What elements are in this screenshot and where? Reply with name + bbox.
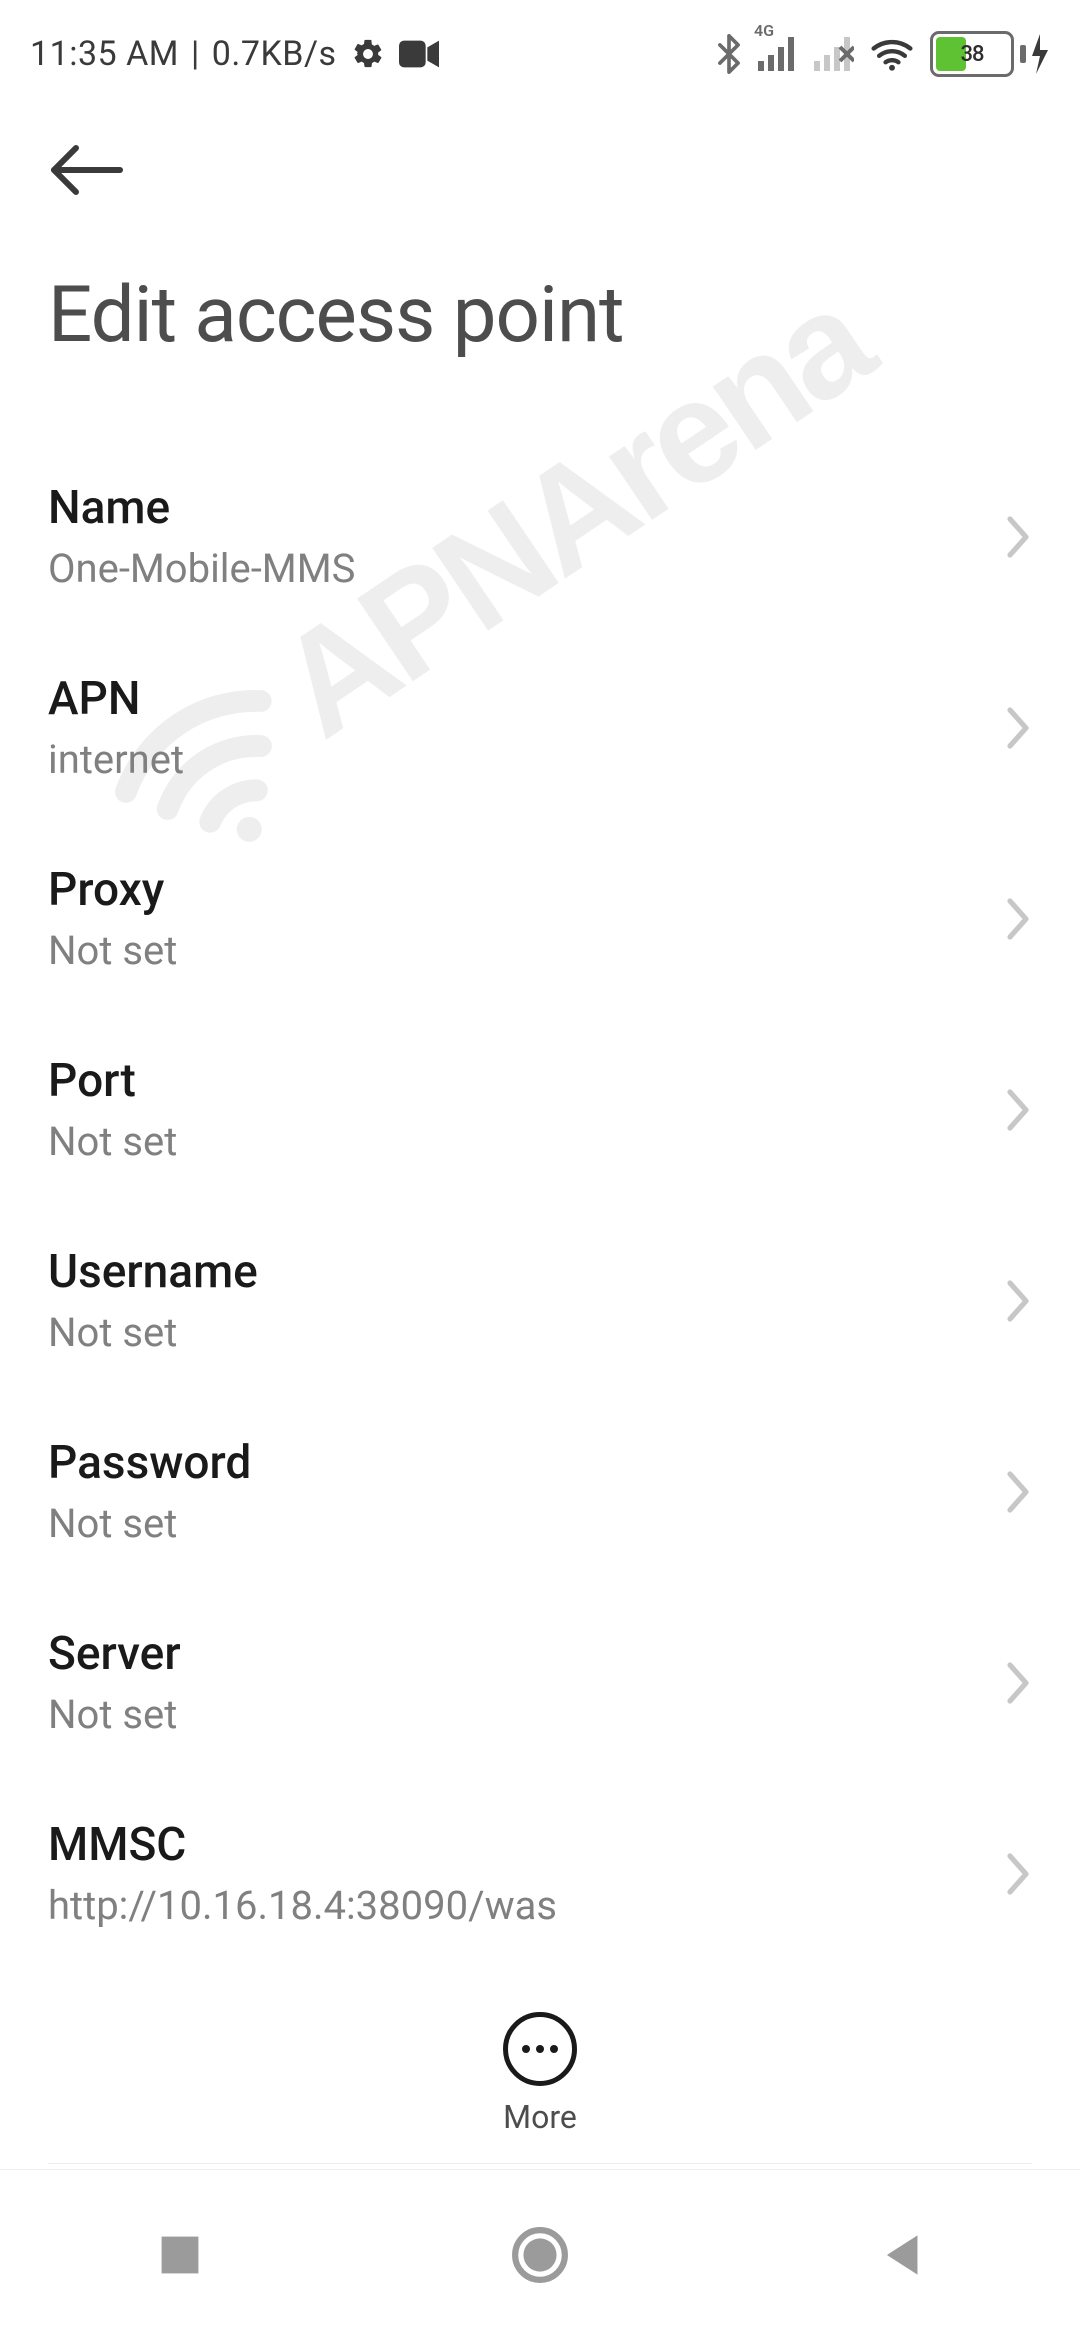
chevron-right-icon (1004, 1468, 1032, 1516)
setting-label: Password (48, 1436, 251, 1490)
page-title: Edit access point (48, 270, 1080, 361)
setting-name[interactable]: Name One-Mobile-MMS (0, 441, 1080, 632)
status-right: 4G 38 (716, 31, 1050, 77)
setting-value: internet (48, 736, 184, 783)
setting-value: Not set (48, 1118, 177, 1165)
clock-text: 11:35 AM (30, 34, 179, 74)
netspeed-text: 0.7KB/s (212, 34, 337, 74)
setting-value: http://10.16.18.4:38090/was (48, 1882, 557, 1929)
triangle-left-icon (878, 2231, 922, 2279)
cellular-signal-2-icon (814, 37, 854, 71)
chevron-right-icon (1004, 1850, 1032, 1898)
setting-label: APN (48, 672, 184, 726)
setting-username[interactable]: Username Not set (0, 1205, 1080, 1396)
status-separator: | (191, 34, 200, 74)
chevron-right-icon (1004, 513, 1032, 561)
setting-label: Proxy (48, 863, 177, 917)
nav-recents-button[interactable] (2, 2232, 358, 2278)
charging-icon (1030, 34, 1050, 74)
setting-label: Server (48, 1627, 181, 1681)
cellular-label: 4G (754, 21, 774, 40)
more-button[interactable]: More (503, 2012, 577, 2136)
bluetooth-icon (716, 34, 742, 74)
system-nav-bar (0, 2169, 1080, 2340)
setting-label: Name (48, 481, 355, 535)
setting-value: Not set (48, 1309, 258, 1356)
setting-value: Not set (48, 1500, 251, 1547)
chevron-right-icon (1004, 1659, 1032, 1707)
setting-label: Username (48, 1245, 258, 1299)
gear-icon (351, 37, 385, 71)
setting-value: Not set (48, 927, 177, 974)
status-left: 11:35 AM | 0.7KB/s (30, 34, 439, 74)
more-icon (503, 2012, 577, 2086)
cellular-signal-1-icon: 4G (758, 37, 798, 71)
nav-back-button[interactable] (722, 2231, 1078, 2279)
battery-indicator: 38 (930, 31, 1050, 77)
more-label: More (503, 2098, 577, 2136)
circle-icon (511, 2226, 569, 2284)
setting-port[interactable]: Port Not set (0, 1014, 1080, 1205)
setting-mmsc[interactable]: MMSC http://10.16.18.4:38090/was (0, 1778, 1080, 1969)
setting-password[interactable]: Password Not set (0, 1396, 1080, 1587)
chevron-right-icon (1004, 1086, 1032, 1134)
square-icon (157, 2232, 203, 2278)
nav-home-button[interactable] (362, 2226, 718, 2284)
settings-list-viewport: Name One-Mobile-MMS APN internet Proxy N… (0, 421, 1080, 2181)
wifi-icon (870, 36, 914, 72)
battery-percent: 38 (933, 42, 1011, 67)
status-bar: 11:35 AM | 0.7KB/s 4G 38 (0, 0, 1080, 94)
setting-apn[interactable]: APN internet (0, 632, 1080, 823)
setting-proxy[interactable]: Proxy Not set (0, 823, 1080, 1014)
app-bar (0, 94, 1080, 200)
back-arrow-icon[interactable] (48, 144, 124, 196)
setting-value: One-Mobile-MMS (48, 545, 355, 592)
divider (48, 2163, 1032, 2164)
setting-label: MMSC (48, 1818, 557, 1872)
setting-label: Port (48, 1054, 177, 1108)
setting-value: Not set (48, 1691, 181, 1738)
chevron-right-icon (1004, 1277, 1032, 1325)
camera-icon (399, 39, 439, 69)
setting-server[interactable]: Server Not set (0, 1587, 1080, 1778)
chevron-right-icon (1004, 895, 1032, 943)
settings-list: Name One-Mobile-MMS APN internet Proxy N… (0, 441, 1080, 2160)
chevron-right-icon (1004, 704, 1032, 752)
status-time: 11:35 AM | 0.7KB/s (30, 34, 337, 74)
more-bar: More (0, 1984, 1080, 2164)
